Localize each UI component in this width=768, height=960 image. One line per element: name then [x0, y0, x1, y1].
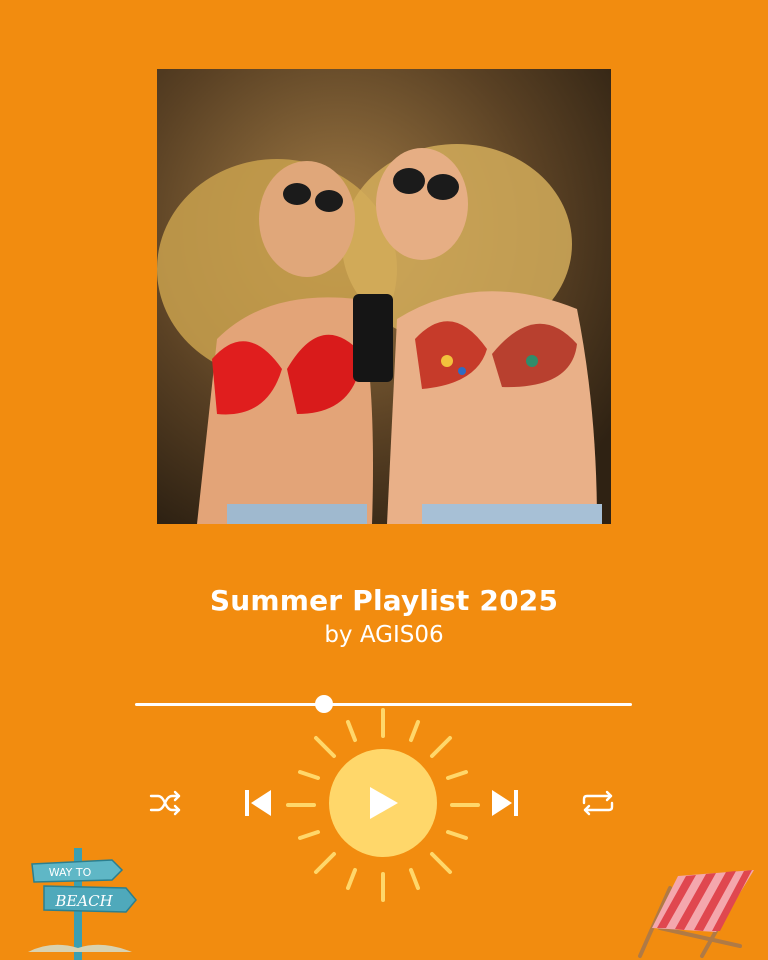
play-icon: [370, 787, 398, 819]
sign-bottom-label: BEACH: [54, 892, 113, 910]
album-cover-art: [157, 69, 611, 524]
playlist-artist: by AGIS06: [324, 622, 444, 648]
next-button[interactable]: [487, 785, 523, 821]
skip-next-icon: [492, 790, 518, 816]
beach-signpost-illustration: WAY TO BEACH: [28, 848, 137, 960]
sign-top-label: WAY TO: [49, 866, 92, 879]
playlist-title: Summer Playlist 2025: [209, 584, 559, 617]
shuffle-icon: [149, 790, 181, 816]
album-cover: [157, 69, 611, 524]
skip-previous-icon: [245, 790, 271, 816]
beach-chair-illustration: [638, 870, 754, 958]
repeat-button[interactable]: [578, 786, 618, 820]
play-button[interactable]: [353, 773, 413, 833]
shuffle-button[interactable]: [146, 786, 186, 820]
repeat-icon: [582, 790, 614, 816]
previous-button[interactable]: [240, 785, 276, 821]
